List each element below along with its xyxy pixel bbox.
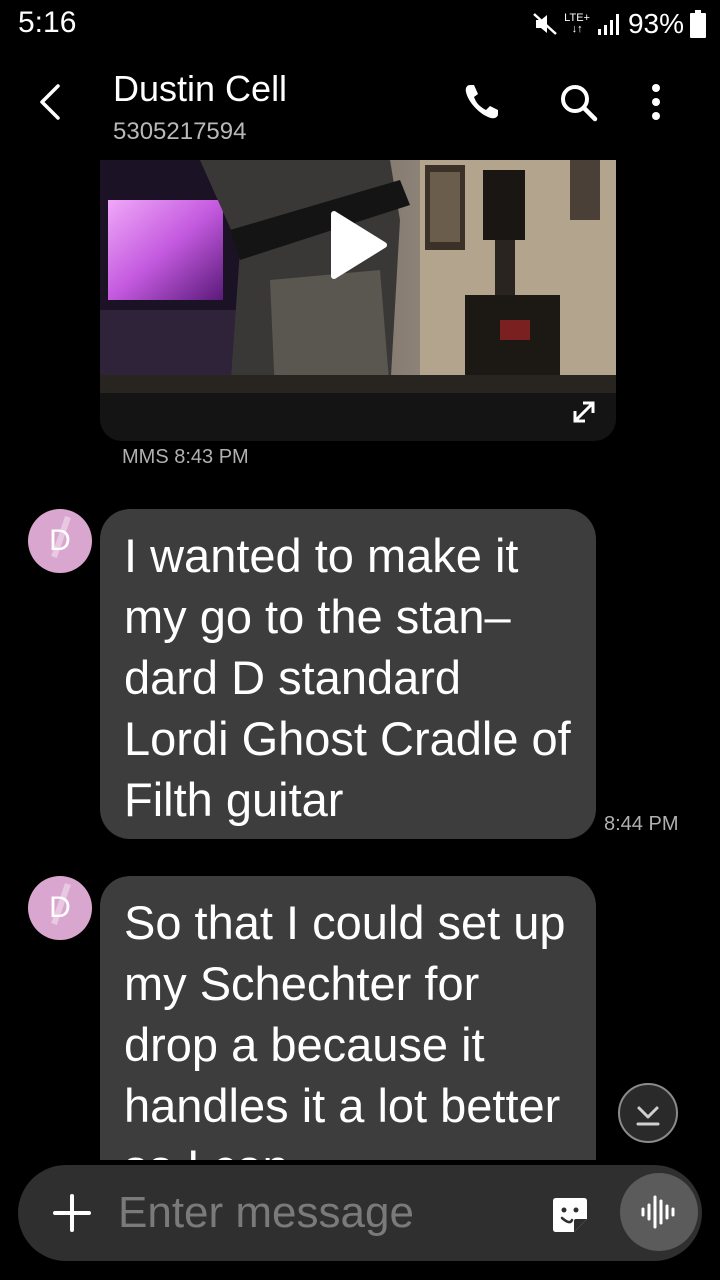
voice-record-button[interactable] — [620, 1173, 698, 1251]
search-icon — [561, 85, 598, 122]
contact-name[interactable]: Dustin Cell — [113, 68, 287, 110]
plus-icon — [53, 1194, 91, 1232]
more-vert-icon — [652, 84, 660, 120]
add-attachment-button[interactable] — [52, 1193, 92, 1233]
battery-icon — [690, 10, 706, 38]
scroll-down-icon — [618, 1083, 678, 1143]
avatar[interactable]: D — [28, 509, 92, 573]
avatar[interactable]: D — [28, 876, 92, 940]
status-icons: LTE+ ↓↑ 93% — [532, 6, 706, 42]
search-button[interactable] — [556, 80, 600, 124]
voice-wave-icon — [641, 1195, 675, 1229]
mute-icon — [533, 13, 558, 35]
back-arrow-icon — [40, 84, 60, 120]
avatar-letter: D — [49, 524, 71, 557]
expand-icon — [573, 401, 595, 423]
conversation-header: Dustin Cell 5305217594 — [0, 48, 720, 160]
back-button[interactable] — [30, 80, 74, 124]
call-button[interactable] — [460, 80, 504, 124]
signal-icon — [597, 14, 619, 35]
video-message[interactable] — [100, 160, 616, 441]
contact-number: 5305217594 — [113, 118, 247, 145]
scroll-to-bottom-button[interactable] — [616, 1081, 680, 1145]
mms-timestamp: MMS 8:43 PM — [122, 446, 249, 468]
sticker-button[interactable] — [550, 1195, 590, 1235]
battery-percent: 93% — [627, 8, 684, 39]
play-icon[interactable] — [328, 210, 388, 280]
sticker-icon — [553, 1198, 587, 1232]
lte-indicator: LTE+ ↓↑ — [564, 13, 590, 35]
video-thumbnail[interactable] — [100, 160, 616, 393]
status-time: 5:16 — [18, 6, 77, 39]
message-bubble[interactable]: I wanted to make it my go to the stan–da… — [100, 509, 596, 839]
avatar-letter: D — [49, 891, 71, 924]
message-composer — [18, 1165, 702, 1261]
data-arrows-icon: ↓↑ — [571, 23, 583, 35]
phone-icon — [465, 85, 498, 119]
expand-button[interactable] — [568, 396, 600, 428]
status-bar: 5:16 LTE+ ↓↑ 93% — [0, 0, 720, 48]
message-timestamp: 8:44 PM — [604, 813, 679, 835]
message-input[interactable] — [118, 1183, 538, 1243]
more-options-button[interactable] — [634, 80, 678, 124]
